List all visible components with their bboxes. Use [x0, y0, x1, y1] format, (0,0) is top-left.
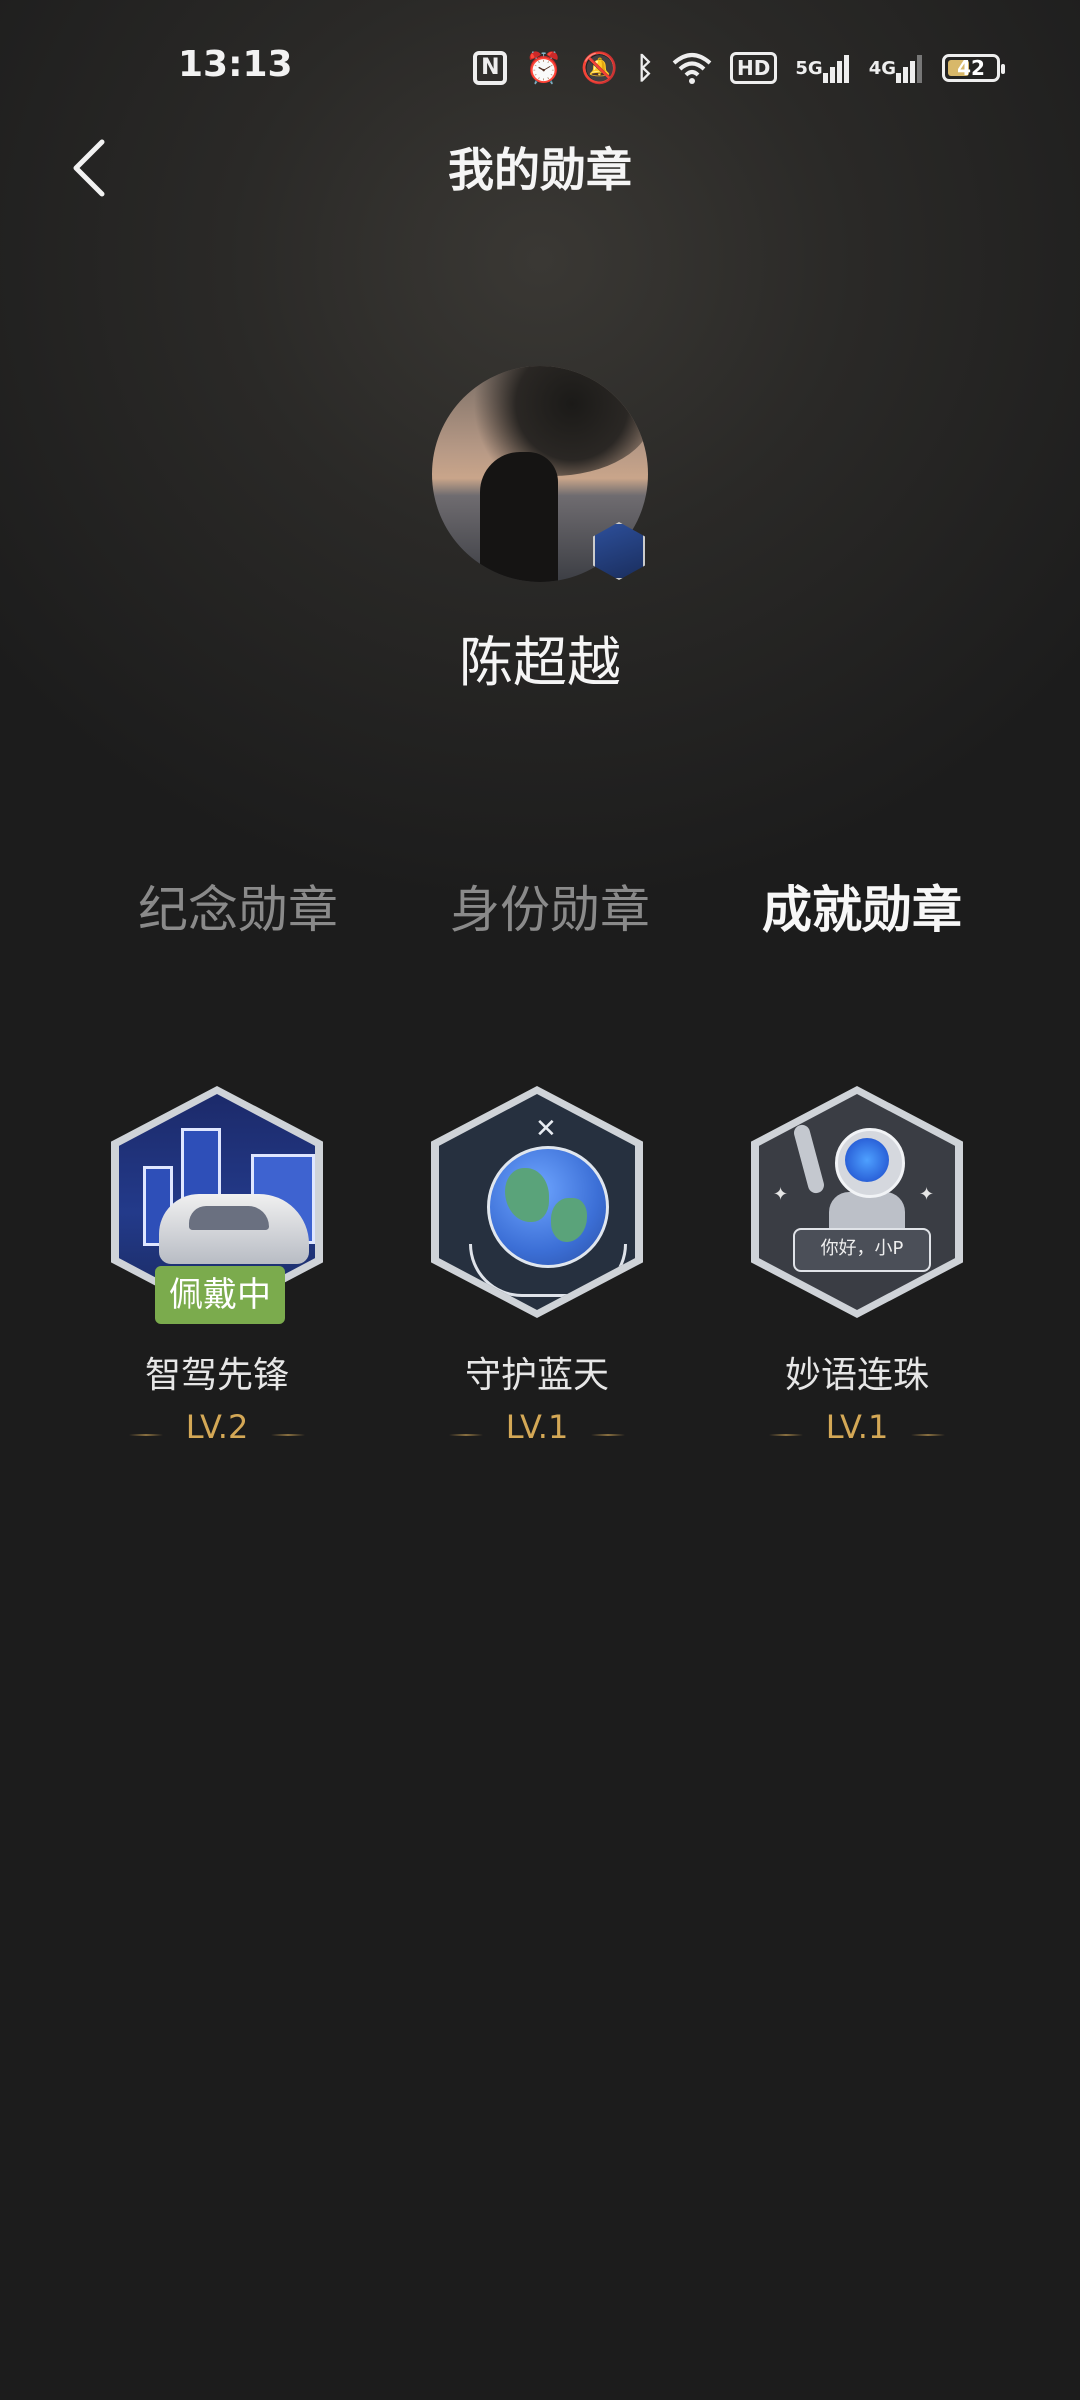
wearing-tag: 佩戴中 [155, 1266, 285, 1324]
status-bar: 13:13 N ⏰ 🔕 ᛒ HD 5G 4G 42 [0, 0, 1080, 140]
badge-level: LV.1 [505, 1408, 569, 1446]
signal-5g-label: 5G [795, 57, 823, 79]
mute-icon: 🔕 [580, 50, 619, 86]
signal-5g-icon: 5G [795, 48, 850, 88]
battery-level: 42 [957, 56, 985, 80]
hd-voice-icon: HD [730, 52, 778, 84]
badge-icon-eloquent: ✦ ✦ 你好，小P [751, 1086, 963, 1318]
badge-name: 守护蓝天 [464, 1355, 609, 1396]
page-title: 我的勋章 [448, 143, 632, 197]
tab-identity[interactable]: 身份勋章 [450, 870, 650, 942]
badge-name: 智驾先锋 [144, 1355, 289, 1396]
badge-card[interactable]: 佩戴中 智驾先锋 LV.2 [107, 1086, 327, 1486]
badge-name: 妙语连珠 [784, 1355, 929, 1396]
badge-level: LV.2 [185, 1408, 249, 1446]
divider [271, 1434, 305, 1436]
nfc-icon: N [473, 51, 508, 85]
status-time: 13:13 [178, 44, 293, 85]
tab-achievement[interactable]: 成就勋章 [762, 870, 962, 942]
badge-category-tabs: 纪念勋章 身份勋章 成就勋章 [0, 870, 1080, 950]
tab-commemorative[interactable]: 纪念勋章 [138, 870, 338, 942]
divider [591, 1434, 625, 1436]
badge-card[interactable]: ✦ ✦ 你好，小P 妙语连珠 LV.1 [747, 1086, 967, 1486]
status-icons: N ⏰ 🔕 ᛒ HD 5G 4G 42 [473, 44, 1005, 92]
badge-card[interactable]: ✕ 守护蓝天 LV.1 [427, 1086, 647, 1486]
badge-level: LV.1 [825, 1408, 889, 1446]
wifi-icon [672, 48, 712, 88]
signal-4g-label: 4G [868, 57, 896, 79]
badge-icon-protect-sky: ✕ [431, 1086, 643, 1318]
username: 陈超越 [459, 631, 621, 694]
alarm-icon: ⏰ [525, 50, 563, 86]
battery-icon: 42 [942, 54, 1005, 82]
speech-bubble: 你好，小P [793, 1228, 931, 1272]
divider [911, 1434, 945, 1436]
signal-4g-icon: 4G [869, 48, 924, 88]
bluetooth-icon: ᛒ [636, 50, 655, 86]
